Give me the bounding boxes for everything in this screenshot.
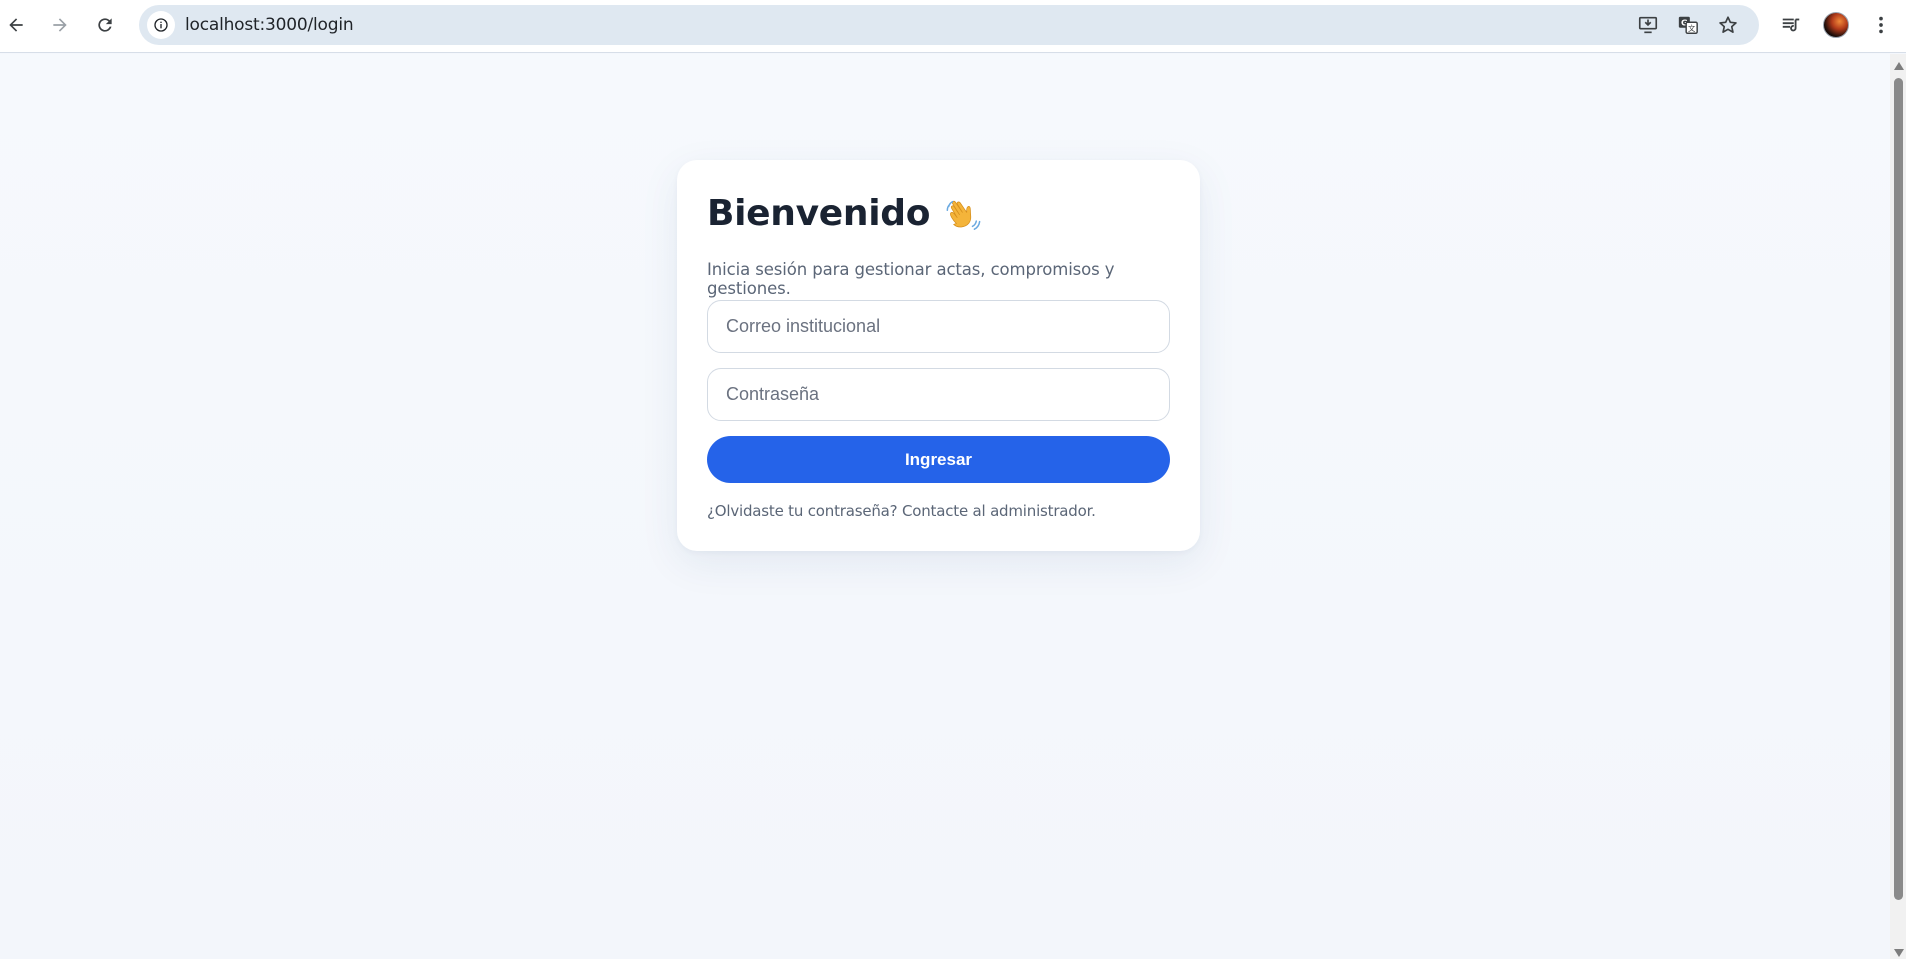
login-subtitle: Inicia sesión para gestionar actas, comp…: [707, 260, 1115, 298]
install-app-button[interactable]: [1634, 11, 1662, 39]
profile-avatar[interactable]: [1823, 12, 1849, 38]
scroll-up-arrow[interactable]: [1894, 62, 1904, 70]
page-scrollbar[interactable]: [1890, 54, 1906, 959]
browser-toolbar: localhost:3000/login G文: [0, 0, 1906, 53]
back-button[interactable]: [0, 9, 32, 41]
page-viewport: Bienvenido Inicia sesión para gestionar …: [0, 54, 1890, 959]
scroll-thumb[interactable]: [1894, 78, 1903, 900]
bookmark-button[interactable]: [1714, 11, 1742, 39]
star-icon: [1719, 16, 1737, 33]
translate-button[interactable]: G文: [1674, 11, 1702, 39]
waving-hand-icon: [946, 200, 981, 230]
arrow-left-icon: [9, 18, 23, 32]
info-icon: [154, 18, 168, 32]
login-button[interactable]: Ingresar: [707, 436, 1170, 483]
arrow-right-icon: [53, 18, 67, 32]
media-controls-button[interactable]: [1776, 10, 1806, 40]
media-controls-icon: [1782, 18, 1800, 32]
page-title: Bienvenido: [707, 193, 982, 234]
browser-menu-button[interactable]: [1866, 10, 1896, 40]
password-field[interactable]: [707, 368, 1170, 421]
svg-text:文: 文: [1688, 24, 1696, 33]
email-field[interactable]: [707, 300, 1170, 353]
address-bar[interactable]: localhost:3000/login G文: [139, 5, 1759, 45]
site-info-button[interactable]: [147, 11, 175, 39]
reload-button[interactable]: [89, 9, 121, 41]
reload-icon: [98, 18, 112, 32]
welcome-heading: Bienvenido: [707, 193, 931, 234]
url-text[interactable]: localhost:3000/login: [185, 15, 354, 35]
login-card: Bienvenido Inicia sesión para gestionar …: [677, 160, 1200, 551]
install-app-icon: [1638, 16, 1658, 34]
forgot-password-text: ¿Olvidaste tu contraseña? Contacte al ad…: [707, 502, 1096, 520]
translate-icon: G文: [1678, 16, 1698, 34]
kebab-menu-icon: [1879, 16, 1883, 34]
scroll-down-arrow[interactable]: [1894, 949, 1904, 957]
forward-button[interactable]: [44, 9, 76, 41]
